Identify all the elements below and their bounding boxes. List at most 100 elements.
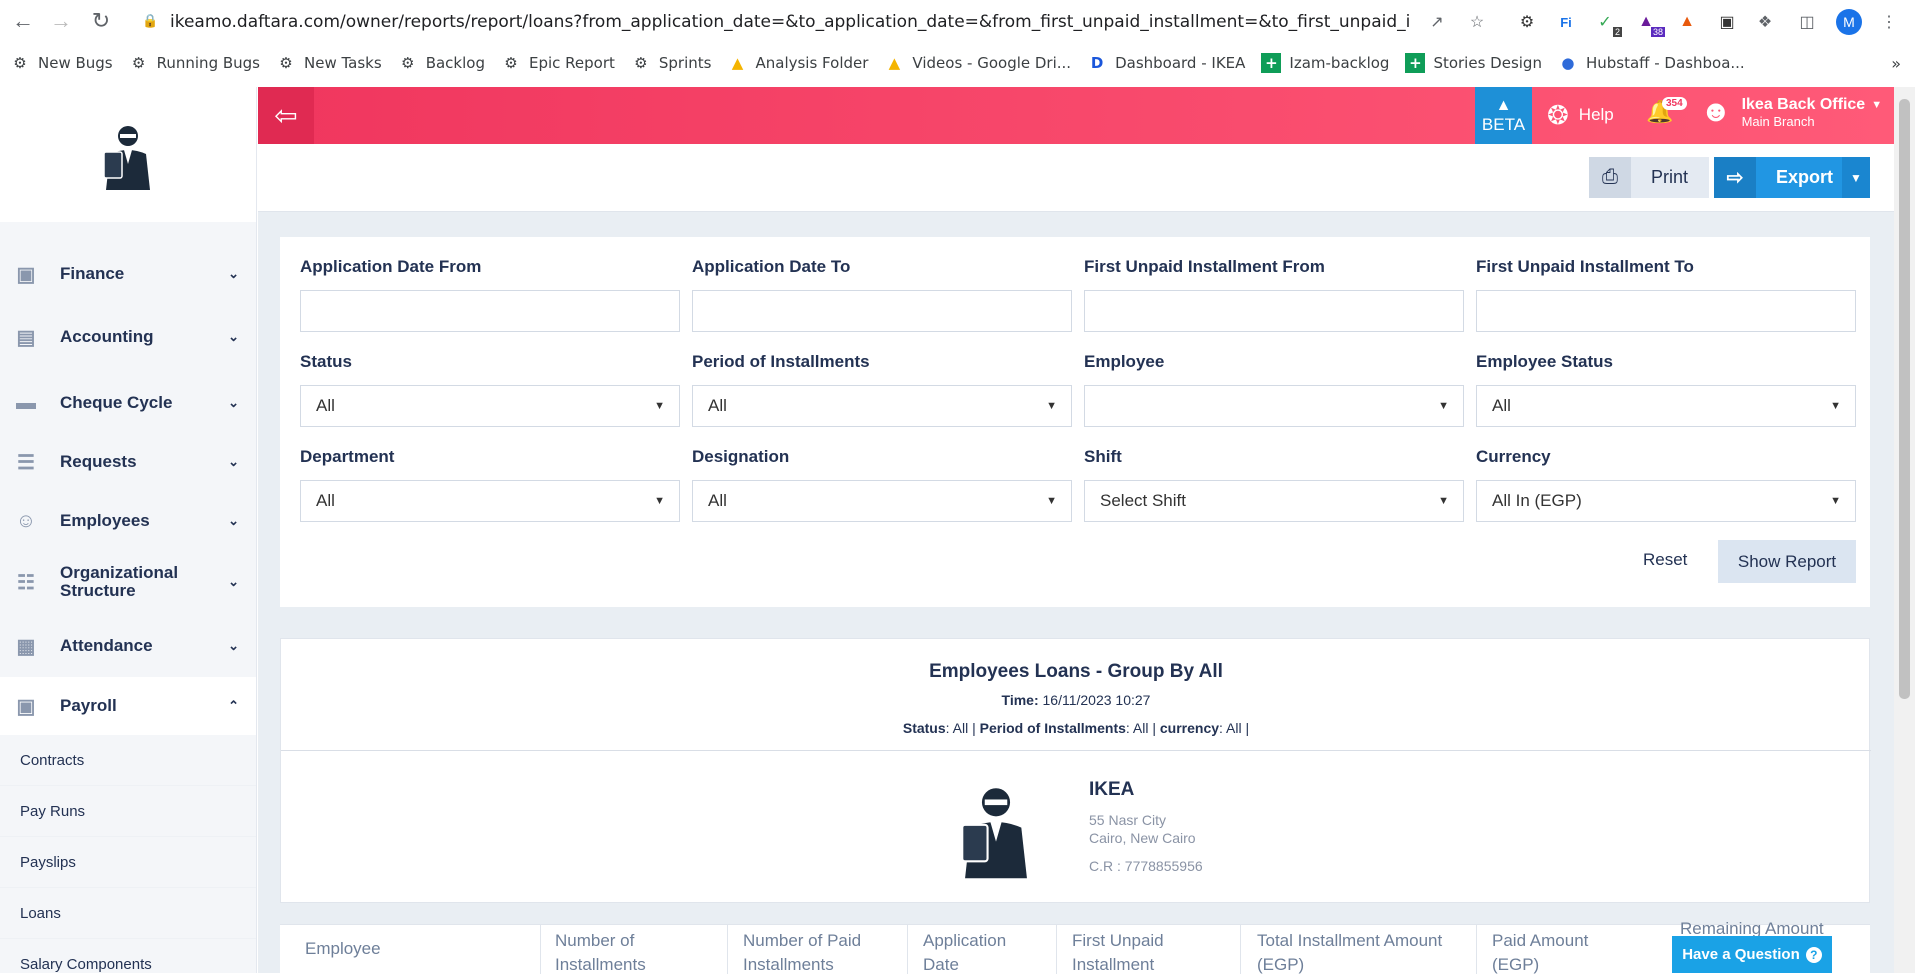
bookmark[interactable]: ⚙ New Tasks xyxy=(276,53,381,73)
employee-status-select[interactable]: All ▼ xyxy=(1476,385,1856,427)
export-button[interactable]: ⇨ Export ▼ xyxy=(1714,157,1870,198)
sidebar-item-finance[interactable]: ▣ Finance ⌄ xyxy=(0,254,256,294)
column-header[interactable]: First Unpaid Installment xyxy=(1072,929,1192,977)
filter-label: Designation xyxy=(692,447,790,466)
currency-select[interactable]: All In (EGP) ▼ xyxy=(1476,480,1856,522)
sidebar-subitem-salary-components[interactable]: Salary Components xyxy=(0,939,256,973)
chevron-down-icon: ⌄ xyxy=(228,329,239,344)
status-select[interactable]: All ▼ xyxy=(300,385,680,427)
column-header[interactable]: Employee xyxy=(305,937,381,961)
sidebar-subitem-payslips[interactable]: Payslips xyxy=(0,837,256,888)
cash-icon: ▤ xyxy=(16,326,36,349)
period-select[interactable]: All ▼ xyxy=(692,385,1072,427)
first-unpaid-to-input[interactable] xyxy=(1476,290,1856,332)
main-content: ⎙ Print ⇨ Export ▼ Application Date From Ap… xyxy=(258,144,1894,974)
avatar[interactable]: M xyxy=(1836,9,1862,35)
column-header[interactable]: Paid Amount (EGP) xyxy=(1492,929,1612,977)
first-unpaid-from-input[interactable] xyxy=(1084,290,1464,332)
sidepanel-icon[interactable]: ◫ xyxy=(1794,9,1820,35)
star-icon[interactable]: ☆ xyxy=(1464,9,1490,35)
chevron-down-icon: ⌄ xyxy=(228,395,239,410)
bookmark[interactable]: ⚙ New Bugs xyxy=(10,53,112,73)
collapse-sidebar-button[interactable]: ⇦ xyxy=(258,87,314,144)
column-header[interactable]: Number of Paid Installments xyxy=(743,929,903,977)
share-icon[interactable]: ↗ xyxy=(1424,9,1450,35)
address-bar[interactable]: ikeamo.daftara.com/owner/reports/report/… xyxy=(170,8,1410,35)
company-logo xyxy=(951,779,1041,884)
chevron-down-icon: ⌄ xyxy=(228,638,239,653)
employee-select[interactable]: ▼ xyxy=(1084,385,1464,427)
sidebar-subitem-pay-runs[interactable]: Pay Runs xyxy=(0,786,256,837)
user-icon: ☻ xyxy=(1700,95,1732,128)
lock-icon: 🔒 xyxy=(142,13,159,28)
column-header[interactable]: Application Date xyxy=(923,929,1023,977)
caret-down-icon[interactable]: ▼ xyxy=(1842,157,1870,198)
caret-down-icon: ▼ xyxy=(1871,99,1883,111)
bookmark[interactable]: ● Hubstaff - Dashboa... xyxy=(1558,53,1744,73)
show-report-button[interactable]: Show Report xyxy=(1718,540,1856,583)
column-header[interactable]: Number of Installments xyxy=(555,929,685,977)
application-date-from-input[interactable] xyxy=(300,290,680,332)
filter-label: Application Date To xyxy=(692,257,851,276)
bookmark[interactable]: + Stories Design xyxy=(1405,53,1542,73)
browser-toolbar: ← → ↻ 🔒 ikeamo.daftara.com/owner/reports… xyxy=(0,0,1915,44)
department-select[interactable]: All ▼ xyxy=(300,480,680,522)
back-arrow-icon[interactable]: ← xyxy=(8,6,38,36)
caret-down-icon: ▼ xyxy=(1830,495,1841,507)
extension-box-icon[interactable]: ▣ xyxy=(1714,9,1740,35)
sidebar-item-employees[interactable]: ☺ Employees ⌄ xyxy=(0,498,256,544)
bookmark[interactable]: + Izam-backlog xyxy=(1261,53,1389,73)
caret-down-icon: ▼ xyxy=(654,495,665,507)
bookmark[interactable]: ⚙ Backlog xyxy=(398,53,485,73)
report-time: Time: 16/11/2023 10:27 xyxy=(1001,692,1151,708)
d-icon: D xyxy=(1090,54,1104,72)
extension-shield-icon[interactable]: ✓ 2 xyxy=(1592,9,1622,37)
bookmark[interactable]: D Dashboard - IKEA xyxy=(1087,53,1246,73)
puzzle-icon[interactable]: ❖ xyxy=(1752,9,1778,35)
column-divider xyxy=(727,925,728,974)
bookmark[interactable]: ⚙ Epic Report xyxy=(501,53,615,73)
payroll-icon: ▣ xyxy=(16,695,36,718)
more-bookmarks-icon[interactable]: » xyxy=(1891,54,1901,73)
company-address: Cairo, New Cairo xyxy=(1089,830,1196,846)
caret-down-icon: ▼ xyxy=(1830,400,1841,412)
have-a-question-button[interactable]: Have a Question? xyxy=(1672,936,1832,973)
sidebar-item-accounting[interactable]: ▤ Accounting ⌄ xyxy=(0,314,256,360)
column-divider xyxy=(1476,925,1477,974)
application-date-to-input[interactable] xyxy=(692,290,1072,332)
sidebar-subitem-loans[interactable]: Loans xyxy=(0,888,256,939)
sidebar-item-payroll[interactable]: ▣ Payroll ⌃ xyxy=(0,677,256,735)
designation-select[interactable]: All ▼ xyxy=(692,480,1072,522)
bookmark[interactable]: ▲ Analysis Folder xyxy=(727,53,869,73)
extension-fi-icon[interactable]: Fi xyxy=(1553,9,1579,35)
more-vert-icon[interactable]: ⋮ xyxy=(1876,9,1902,35)
bookmark[interactable]: ⚙ Running Bugs xyxy=(129,53,260,73)
scrollbar-thumb[interactable] xyxy=(1899,99,1910,699)
reset-button[interactable]: Reset xyxy=(1643,550,1687,570)
sidebar-item-organizational-structure[interactable]: ☷ Organizational Structure ⌄ xyxy=(0,556,256,608)
filter-label: Employee xyxy=(1084,352,1165,371)
sidebar-item-cheque-cycle[interactable]: ▬ Cheque Cycle ⌄ xyxy=(0,380,256,426)
sidebar-item-requests[interactable]: ☰ Requests ⌄ xyxy=(0,439,256,485)
sidebar-item-attendance[interactable]: ▦ Attendance ⌄ xyxy=(0,623,256,669)
column-divider xyxy=(540,925,541,974)
help-button[interactable]: ❂ Help xyxy=(1547,95,1614,135)
scrollbar[interactable] xyxy=(1894,87,1915,973)
reload-icon[interactable]: ↻ xyxy=(86,6,116,36)
caret-down-icon: ▼ xyxy=(1438,495,1449,507)
column-header[interactable]: Total Installment Amount (EGP) xyxy=(1257,929,1467,977)
bookmark[interactable]: ⚙ Sprints xyxy=(631,53,711,73)
print-button[interactable]: ⎙ Print xyxy=(1589,157,1709,198)
beta-button[interactable]: ▲ BETA xyxy=(1475,87,1532,144)
forward-arrow-icon[interactable]: → xyxy=(46,6,76,36)
caret-down-icon: ▼ xyxy=(1046,495,1057,507)
company-logo xyxy=(0,87,256,222)
extension-fire-icon[interactable]: ▲ xyxy=(1674,9,1700,35)
extension-gear-icon[interactable]: ⚙ xyxy=(1514,9,1540,35)
shift-select[interactable]: Select Shift ▼ xyxy=(1084,480,1464,522)
arrow-left-icon: ⇦ xyxy=(274,100,298,131)
extension-hat-icon[interactable]: ▲ 38 xyxy=(1633,9,1665,37)
sidebar-subitem-contracts[interactable]: Contracts xyxy=(0,735,256,786)
bookmark[interactable]: ▲ Videos - Google Dri... xyxy=(884,53,1071,73)
user-menu[interactable]: ☻ Ikea Back Office Main Branch ▼ xyxy=(1700,95,1882,129)
